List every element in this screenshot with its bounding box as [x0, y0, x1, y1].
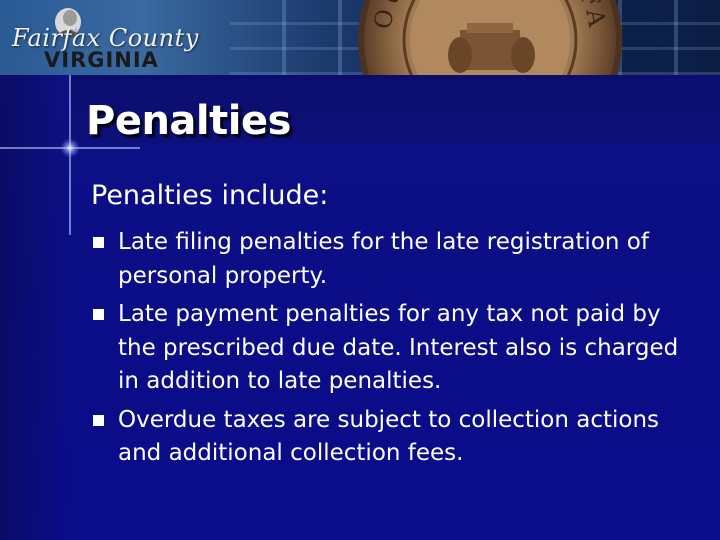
county-seal-icon: COUNTY OF FAIRFAX	[355, 0, 622, 75]
list-item: Late payment penalties for any tax not p…	[91, 298, 691, 399]
star-flare-icon	[0, 75, 140, 235]
list-item: Overdue taxes are subject to collection …	[91, 404, 691, 471]
slide-title: Penalties	[86, 98, 291, 144]
bullet-text: Overdue taxes are subject to collection …	[118, 406, 660, 467]
header-banner: COUNTY OF FAIRFAX Fairfax County VIRGINI…	[0, 0, 720, 75]
square-bullet-icon	[93, 237, 104, 248]
county-logo[interactable]: Fairfax County VIRGINIA	[10, 2, 198, 72]
bullet-list: Late filing penalties for the late regis…	[91, 226, 691, 476]
bullet-text: Late filing penalties for the late regis…	[118, 229, 649, 289]
bullet-text: Late payment penalties for any tax not p…	[118, 301, 679, 394]
logo-state-name: VIRGINIA	[44, 48, 159, 72]
intro-text: Penalties include:	[91, 180, 329, 211]
square-bullet-icon	[93, 309, 104, 320]
slide: COUNTY OF FAIRFAX Fairfax County VIRGINI…	[0, 0, 720, 540]
square-bullet-icon	[93, 414, 104, 426]
list-item: Late filing penalties for the late regis…	[91, 226, 691, 293]
